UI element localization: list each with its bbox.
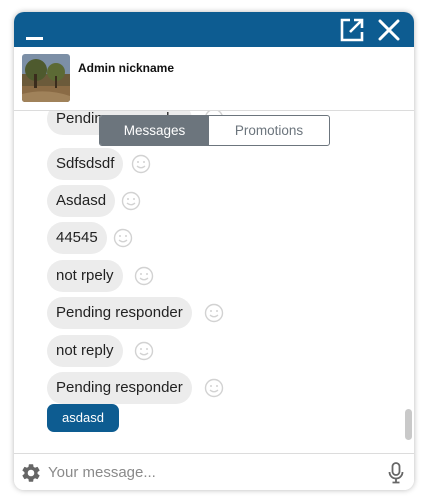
message-bubble: 44545 [47,222,107,254]
external-link-icon[interactable] [339,17,365,43]
message-list[interactable]: Pending responder Messages Promotions Sd… [14,111,414,453]
title-bar [14,12,414,47]
smiley-icon[interactable] [113,228,133,248]
gear-icon[interactable] [20,462,42,484]
smiley-icon[interactable] [204,303,224,323]
message-bubble: not reply [47,335,123,367]
quick-reply-button[interactable]: asdasd [47,404,119,432]
smiley-icon[interactable] [131,154,151,174]
message-bubble: Sdfsdsdf [47,148,124,180]
tab-messages[interactable]: Messages [100,116,209,145]
smiley-icon[interactable] [134,266,154,286]
chat-widget: Admin nickname Pending responder Message… [14,12,414,490]
composer [14,453,414,490]
message-input[interactable] [48,461,378,483]
close-icon[interactable] [376,17,402,43]
smiley-icon[interactable] [121,191,141,211]
chat-header: Admin nickname [14,47,414,111]
admin-nickname: Admin nickname [78,61,175,75]
scrollbar-thumb[interactable] [405,409,412,440]
tab-promotions[interactable]: Promotions [209,116,329,145]
minimize-icon[interactable] [26,20,44,42]
message-bubble: Pending responder [47,297,192,329]
avatar [22,54,70,102]
microphone-icon[interactable] [388,462,404,484]
message-bubble: Asdasd [47,185,116,217]
smiley-icon[interactable] [134,341,154,361]
message-bubble: Pending responder [47,372,192,404]
smiley-icon[interactable] [204,378,224,398]
tab-switcher: Messages Promotions [99,115,330,146]
message-bubble: not rpely [47,260,123,292]
